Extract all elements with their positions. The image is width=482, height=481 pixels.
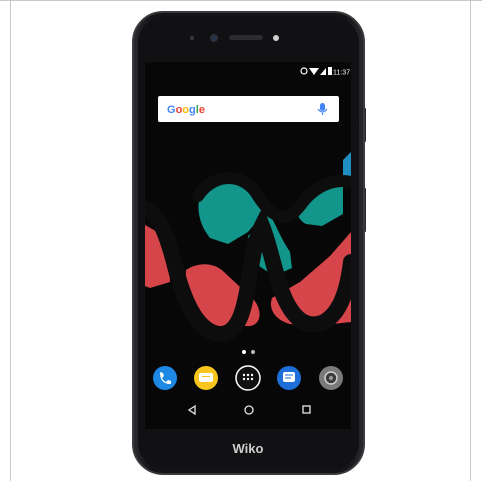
brand-logo: Wiko (233, 441, 264, 456)
front-flash (273, 35, 279, 41)
earpiece-speaker (229, 35, 263, 40)
proximity-sensor (190, 36, 194, 40)
sms-app-icon[interactable] (277, 366, 301, 390)
status-time: 11:37 (333, 70, 350, 77)
camera-app-icon[interactable] (319, 366, 343, 390)
page-dot[interactable] (251, 350, 255, 354)
phone-app-icon[interactable] (153, 366, 177, 390)
phone-illustration: 11:37 Google Wiko (132, 11, 366, 475)
battery-icon (328, 67, 332, 75)
google-logo: Google (167, 104, 205, 116)
front-camera (210, 34, 218, 42)
messages-app-icon[interactable] (194, 366, 218, 390)
page-dot-active[interactable] (242, 350, 246, 354)
app-drawer-icon[interactable] (235, 365, 261, 391)
